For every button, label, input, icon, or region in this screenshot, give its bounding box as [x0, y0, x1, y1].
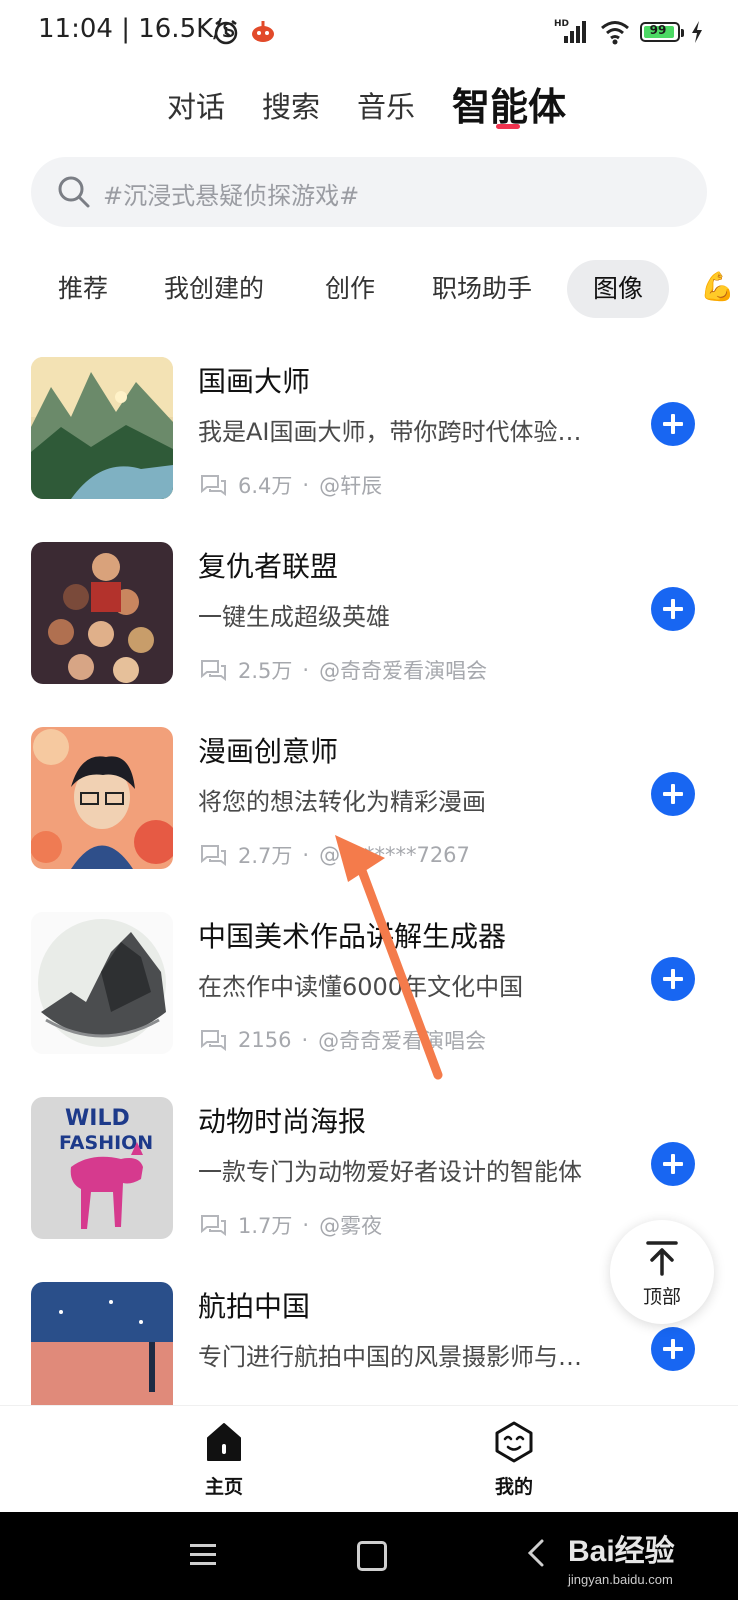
tab-music[interactable]: 音乐	[357, 84, 415, 126]
category-next-partial[interactable]: 💪	[700, 270, 735, 303]
add-agent-button[interactable]	[651, 957, 695, 1001]
agent-thumbnail	[31, 1282, 173, 1405]
bottom-nav: 主页 我的	[0, 1405, 738, 1513]
agent-meta: 6.4万 · @轩辰	[198, 470, 382, 500]
list-item[interactable]: 国画大师 我是AI国画大师，带你跨时代体验… 6.4万 · @轩辰	[0, 340, 738, 530]
arrow-up-icon	[646, 1241, 678, 1276]
wifi-icon	[601, 21, 629, 45]
nav-home-label: 主页	[204, 1476, 243, 1498]
author-name[interactable]: @轩辰	[319, 470, 382, 500]
meta-separator: ·	[302, 1213, 310, 1237]
category-recommend[interactable]: 推荐	[58, 260, 108, 318]
chat-bubble-icon	[201, 475, 226, 496]
system-nav-bar: Bai经验 jingyan.baidu.com	[0, 1512, 738, 1600]
annotation-arrow	[335, 835, 443, 1080]
agent-title: 漫画创意师	[198, 735, 339, 768]
chat-bubble-icon	[201, 845, 226, 866]
category-creation[interactable]: 创作	[325, 260, 375, 318]
recent-apps-button[interactable]	[190, 1544, 216, 1566]
add-agent-button[interactable]	[651, 772, 695, 816]
battery-level: 99	[649, 23, 667, 37]
chat-bubble-icon	[201, 1215, 226, 1236]
usage-count: 2.5万	[238, 659, 293, 683]
home-icon	[207, 1423, 241, 1461]
tab-search[interactable]: 搜索	[262, 84, 320, 126]
status-bar: 11:04 | 16.5K/s HD 99	[0, 0, 738, 64]
agent-title: 动物时尚海报	[198, 1105, 367, 1138]
add-agent-button[interactable]	[651, 1142, 695, 1186]
back-to-top-button[interactable]: 顶部	[610, 1220, 714, 1324]
agent-description: 一键生成超级英雄	[198, 603, 390, 631]
agent-description: 一款专门为动物爱好者设计的智能体	[198, 1158, 582, 1186]
add-agent-button[interactable]	[651, 1327, 695, 1371]
tab-chat[interactable]: 对话	[167, 84, 225, 126]
meta-separator: ·	[302, 658, 310, 682]
usage-count: 6.4万	[238, 474, 293, 498]
agent-thumbnail	[31, 542, 173, 684]
active-tab-indicator	[496, 124, 520, 129]
thumb-text-wild: WILD	[65, 1106, 130, 1131]
add-agent-button[interactable]	[651, 402, 695, 446]
agent-title: 国画大师	[198, 365, 311, 398]
charging-icon	[692, 21, 702, 43]
system-back-button[interactable]	[526, 1538, 546, 1568]
list-item[interactable]: 复仇者联盟 一键生成超级英雄 2.5万 · @奇奇爱看演唱会	[0, 525, 738, 715]
back-to-top-label: 顶部	[642, 1286, 681, 1308]
agent-title: 复仇者联盟	[198, 550, 339, 583]
agent-description: 我是AI国画大师，带你跨时代体验…	[198, 418, 582, 446]
profile-face-icon	[495, 1421, 533, 1463]
top-tabs: 对话 搜索 音乐 智能体	[0, 72, 738, 142]
meta-separator: ·	[301, 1028, 309, 1052]
agent-meta: 2.5万 · @奇奇爱看演唱会	[198, 655, 487, 685]
nav-me[interactable]: 我的	[454, 1420, 574, 1499]
status-time: 11:04 | 16.5K/s	[38, 14, 236, 44]
watermark-url: jingyan.baidu.com	[568, 1572, 673, 1587]
search-placeholder: #沉浸式悬疑侦探游戏#	[103, 182, 360, 210]
nav-me-label: 我的	[494, 1476, 533, 1498]
agent-thumbnail	[31, 357, 173, 499]
search-bar[interactable]: #沉浸式悬疑侦探游戏#	[31, 157, 707, 227]
watermark-logo: Bai经验	[568, 1535, 675, 1568]
tab-agents[interactable]: 智能体	[452, 76, 566, 131]
author-name[interactable]: @雾夜	[319, 1210, 382, 1240]
category-image[interactable]: 图像	[567, 260, 670, 318]
battery-icon: 99	[640, 22, 684, 42]
add-agent-button[interactable]	[651, 587, 695, 631]
category-my-created[interactable]: 我创建的	[164, 260, 264, 318]
agent-thumbnail: WILD FASHION	[31, 1097, 173, 1239]
hd-signal-icon: HD	[554, 19, 590, 45]
agent-description: 专门进行航拍中国的风景摄影师与…	[198, 1343, 582, 1371]
chat-bubble-icon	[201, 1030, 226, 1051]
agent-description: 将您的想法转化为精彩漫画	[198, 788, 486, 816]
usage-count: 1.7万	[238, 1214, 293, 1238]
usage-count: 2156	[238, 1028, 292, 1052]
category-workplace[interactable]: 职场助手	[432, 260, 532, 318]
author-name[interactable]: @奇奇爱看演唱会	[319, 655, 487, 685]
usage-count: 2.7万	[238, 844, 293, 868]
agent-meta: 1.7万 · @雾夜	[198, 1210, 382, 1240]
agent-thumbnail	[31, 912, 173, 1054]
nav-home[interactable]: 主页	[164, 1420, 284, 1499]
app-notification-icon	[252, 21, 274, 42]
system-home-button[interactable]	[357, 1541, 387, 1571]
search-icon	[58, 176, 90, 208]
meta-separator: ·	[302, 843, 310, 867]
chat-bubble-icon	[201, 660, 226, 681]
meta-separator: ·	[302, 473, 310, 497]
agent-title: 航拍中国	[198, 1290, 311, 1323]
agent-thumbnail	[31, 727, 173, 869]
alarm-icon	[214, 20, 238, 45]
category-tabs: 推荐 我创建的 创作 职场助手 图像 💪	[0, 260, 738, 320]
